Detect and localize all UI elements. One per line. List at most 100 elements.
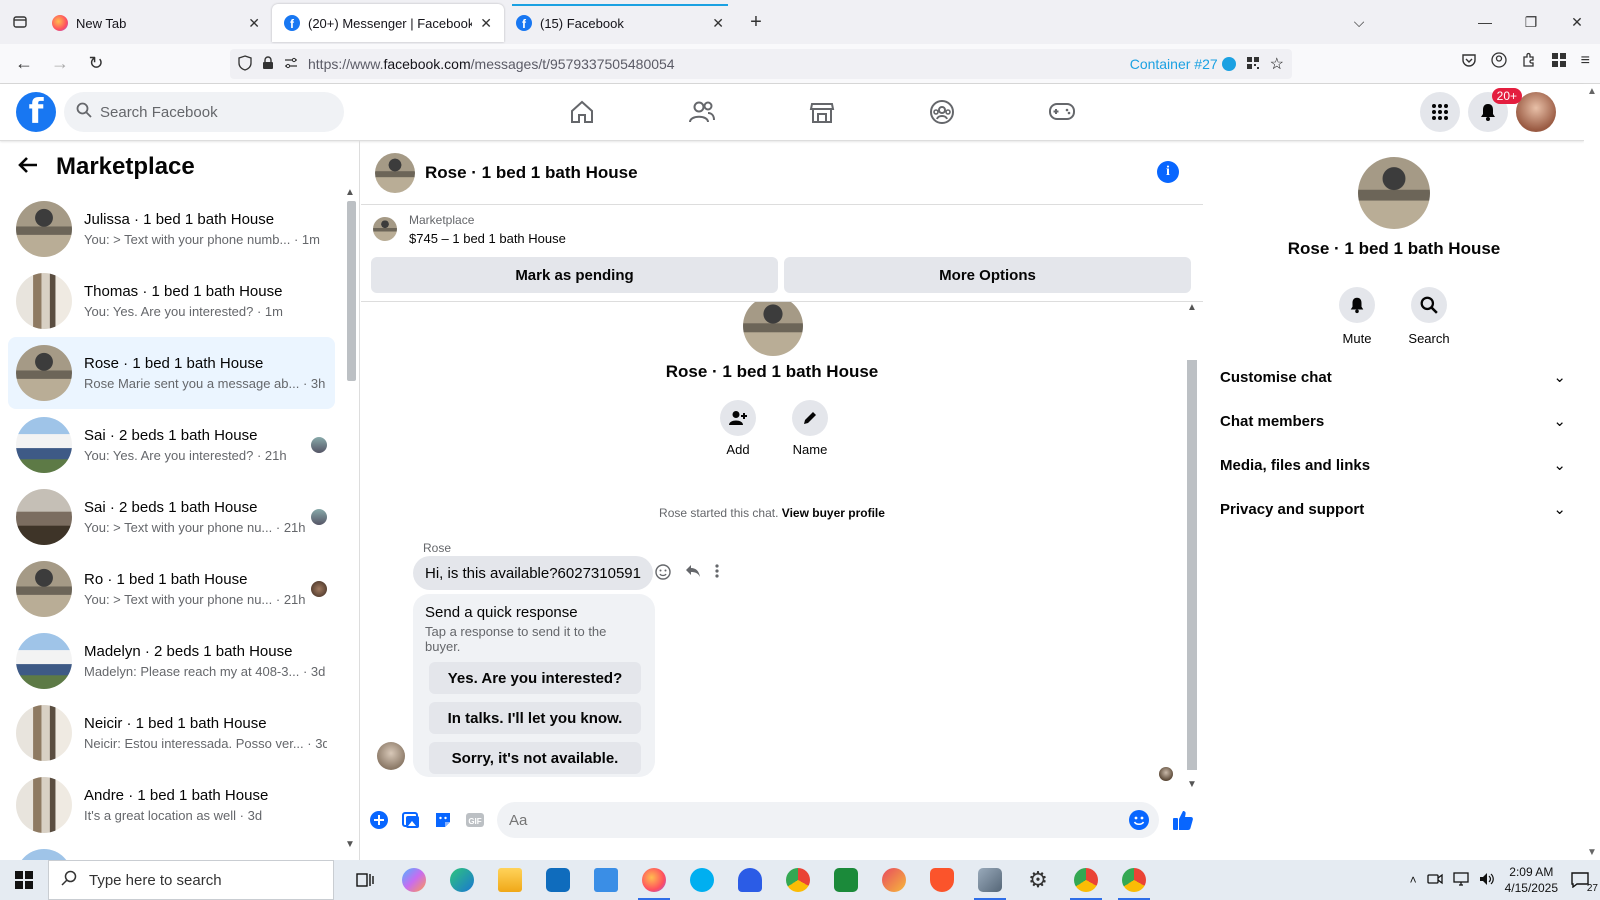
react-icon[interactable] <box>655 564 671 585</box>
message-input[interactable] <box>497 802 1159 838</box>
restore-icon[interactable]: ❐ <box>1508 14 1554 31</box>
conversation-avatar[interactable] <box>375 152 415 193</box>
gif-icon[interactable]: GIF <box>465 810 485 830</box>
reply-icon[interactable] <box>685 564 701 585</box>
sticker-icon[interactable] <box>433 810 453 830</box>
tab-new-tab[interactable]: New Tab ✕ <box>40 4 272 42</box>
skype-icon[interactable] <box>678 860 726 900</box>
container-indicator[interactable]: Container #27 <box>1130 56 1236 72</box>
chat-list-item[interactable]: Rose · 1 bed 1 bath House Rose Marie sent… <box>8 337 335 409</box>
scroll-thumb[interactable] <box>1187 360 1197 770</box>
scroll-up-icon[interactable]: ▲ <box>1187 302 1197 313</box>
url-text[interactable]: https://www.facebook.com/messages/t/9579… <box>308 56 1120 72</box>
scroll-thumb[interactable] <box>347 201 356 381</box>
writer-icon[interactable] <box>582 860 630 900</box>
marketplace-icon[interactable] <box>762 84 882 140</box>
close-icon[interactable]: ✕ <box>712 15 724 32</box>
chat-avatar[interactable] <box>1358 157 1430 229</box>
permissions-icon[interactable] <box>284 56 298 72</box>
file-explorer-icon[interactable] <box>486 860 534 900</box>
info-icon[interactable]: i <box>1157 161 1179 183</box>
quick-response-button[interactable]: Yes. Are you interested? <box>429 662 641 694</box>
url-bar[interactable]: https://www.facebook.com/messages/t/9579… <box>230 49 1292 79</box>
privacy-support-section[interactable]: Privacy and support ⌄ <box>1220 487 1570 531</box>
tab-messenger[interactable]: f (20+) Messenger | Facebook ✕ <box>272 4 504 42</box>
close-icon[interactable]: ✕ <box>248 15 260 32</box>
bookmark-star-icon[interactable]: ☆ <box>1270 54 1284 74</box>
extensions-icon[interactable] <box>1521 52 1537 73</box>
emoji-icon[interactable] <box>1129 810 1149 830</box>
action-center-icon[interactable]: 27 <box>1568 868 1598 894</box>
chat-list-item[interactable]: Madelyn · 2 beds 1 bath House Madelyn: Pl… <box>8 625 335 697</box>
chat-list-item[interactable]: Sai · 2 beds 1 bath House You: Yes. Are y… <box>8 409 335 481</box>
more-options-button[interactable]: More Options <box>784 257 1191 293</box>
pocket-icon[interactable] <box>1461 52 1477 73</box>
chrome-profile-r-icon[interactable] <box>1062 860 1110 900</box>
tab-list-icon[interactable] <box>0 0 40 44</box>
menu-icon[interactable]: ≡ <box>1581 52 1590 73</box>
clock[interactable]: 2:09 AM 4/15/2025 <box>1505 864 1558 896</box>
scroll-up-icon[interactable]: ▲ <box>1584 86 1600 97</box>
message-bubble[interactable]: Hi, is this available?6027310591 <box>413 556 653 590</box>
copilot-icon[interactable] <box>390 860 438 900</box>
customise-chat-section[interactable]: Customise chat ⌄ <box>1220 355 1570 399</box>
network-icon[interactable] <box>1452 871 1469 889</box>
quick-response-button[interactable]: Sorry, it's not available. <box>429 742 641 774</box>
page-scrollbar[interactable]: ▲ ▼ <box>1584 84 1600 860</box>
scroll-up-icon[interactable]: ▲ <box>345 187 355 198</box>
like-thumbs-up-icon[interactable] <box>1171 808 1195 832</box>
more-vertical-icon[interactable] <box>715 564 719 585</box>
volume-icon[interactable] <box>1479 872 1495 889</box>
profile-avatar[interactable] <box>1516 92 1556 132</box>
minimize-icon[interactable]: — <box>1462 14 1508 30</box>
media-files-links-section[interactable]: Media, files and links ⌄ <box>1220 443 1570 487</box>
home-icon[interactable] <box>522 84 642 140</box>
back-arrow-icon[interactable] <box>18 153 38 181</box>
settings-gear-icon[interactable]: ⚙ <box>1014 860 1062 900</box>
firefox-icon[interactable] <box>630 860 678 900</box>
listing-banner[interactable]: Marketplace $745 – 1 bed 1 bath House <box>361 205 1203 253</box>
reload-icon[interactable]: ↻ <box>78 53 114 74</box>
chat-list-item[interactable]: Sai · 2 beds 1 bath House You: > Text wit… <box>8 481 335 553</box>
chat-list-item[interactable]: Thomas · 1 bed 1 bath House You: Yes. Are… <box>8 265 335 337</box>
search-in-chat-button[interactable]: Search <box>1408 287 1450 346</box>
edit-name-button[interactable]: Name <box>791 400 829 457</box>
chat-list-item[interactable]: Neicir · 1 bed 1 bath House Neicir: Estou… <box>8 697 335 769</box>
chrome-icon[interactable] <box>774 860 822 900</box>
window-close-icon[interactable]: ✕ <box>1554 14 1600 31</box>
add-people-button[interactable]: Add <box>719 400 757 457</box>
tray-overflow-icon[interactable]: ˄ <box>1410 873 1417 887</box>
chrome-profile-gm-icon[interactable] <box>1110 860 1158 900</box>
account-icon[interactable] <box>1491 52 1507 73</box>
network-tool-icon[interactable] <box>966 860 1014 900</box>
facebook-search[interactable]: Search Facebook <box>64 92 344 132</box>
shield-icon[interactable] <box>238 54 252 74</box>
containers-icon[interactable] <box>1551 52 1567 73</box>
new-tab-icon[interactable]: + <box>736 0 776 44</box>
menu-grid-icon[interactable] <box>1420 92 1460 132</box>
windows-start-icon[interactable] <box>0 860 48 900</box>
chat-list-item[interactable]: Julissa · 1 bed 1 bath House You: > Text … <box>8 193 335 265</box>
plus-circle-icon[interactable] <box>369 810 389 830</box>
listing-thumbnail[interactable] <box>373 217 397 241</box>
view-buyer-profile-link[interactable]: View buyer profile <box>782 506 885 520</box>
scroll-down-icon[interactable]: ▼ <box>345 839 355 850</box>
green-app-icon[interactable] <box>822 860 870 900</box>
tab-facebook[interactable]: f (15) Facebook ✕ <box>504 4 736 42</box>
arc-browser-icon[interactable] <box>726 860 774 900</box>
mark-pending-button[interactable]: Mark as pending <box>371 257 778 293</box>
friends-icon[interactable] <box>642 84 762 140</box>
mute-button[interactable]: Mute <box>1338 287 1376 346</box>
taskbar-search[interactable]: Type here to search <box>48 860 334 900</box>
facebook-logo[interactable]: f <box>16 92 56 132</box>
qr-code-icon[interactable] <box>1246 56 1260 73</box>
chat-list-scrollbar[interactable]: ▲ ▼ <box>344 187 358 850</box>
forward-arrow-icon[interactable]: → <box>42 53 78 74</box>
paint-app-icon[interactable] <box>870 860 918 900</box>
photo-icon[interactable] <box>401 810 421 830</box>
meet-now-icon[interactable] <box>1426 872 1443 889</box>
scroll-down-icon[interactable]: ▼ <box>1584 847 1600 858</box>
intro-avatar[interactable] <box>743 302 803 356</box>
message-scrollbar[interactable]: ▲ ▼ <box>1183 302 1201 790</box>
quick-response-button[interactable]: In talks. I'll let you know. <box>429 702 641 734</box>
